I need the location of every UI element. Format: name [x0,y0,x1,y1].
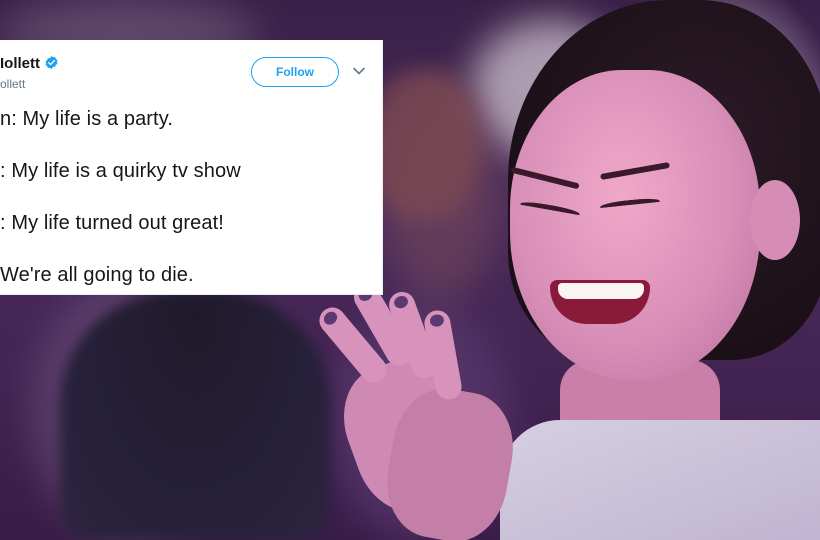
tweet-text-line: : My life turned out great! [0,212,224,234]
tweet-card: Iollett ollett Follow n: My life is a pa… [0,40,383,295]
background-person [60,290,330,540]
teeth [558,283,644,299]
user-name[interactable]: Iollett [0,55,40,72]
tweet-header: Iollett ollett Follow [0,40,383,102]
dress [500,420,820,540]
tweet-text-line: : My life is a quirky tv show [0,160,241,182]
verified-badge-icon [45,55,58,70]
photo-scene: Iollett ollett Follow n: My life is a pa… [0,0,820,540]
follow-button[interactable]: Follow [251,57,339,87]
chevron-down-icon[interactable] [352,66,366,76]
ear [750,180,800,260]
clasped-hands [300,279,540,540]
user-handle[interactable]: ollett [0,77,25,91]
tweet-text-line: n: My life is a party. [0,108,173,130]
face [510,70,760,380]
tweet-text-line: We're all going to die. [0,264,194,286]
